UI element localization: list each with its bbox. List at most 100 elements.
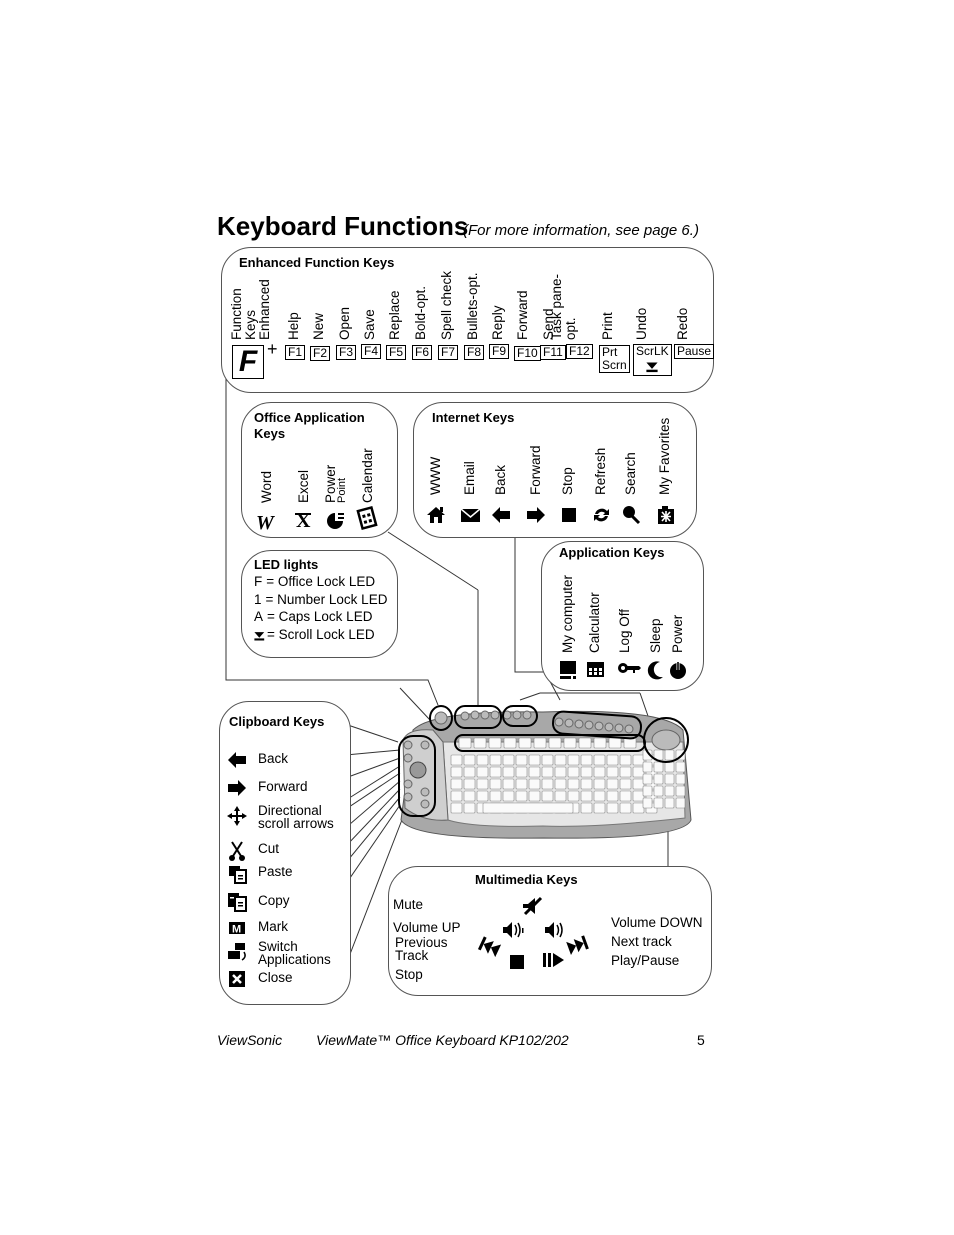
multimedia-key-label: Stop	[395, 967, 423, 982]
clipboard-keys-title: Clipboard Keys	[229, 714, 325, 729]
multimedia-key-label: Next track	[611, 934, 672, 949]
fkey-f11[interactable]: F11	[540, 345, 566, 360]
office-application-keys-title: Office Application Keys	[254, 410, 365, 442]
fkey-label: F5	[389, 345, 404, 359]
multimedia-keys-title: Multimedia Keys	[475, 872, 578, 887]
fkey-label-line: Scrn	[602, 358, 627, 372]
multimedia-key-label: Volume DOWN	[611, 915, 703, 930]
fkey-f5[interactable]: F5	[386, 345, 407, 360]
fkey-f8[interactable]: F8	[464, 345, 485, 360]
calculator-icon[interactable]	[585, 660, 607, 680]
stop-square-icon[interactable]	[505, 952, 529, 972]
multimedia-key-label: Mute	[393, 897, 424, 912]
office-key-label: Calendar	[360, 448, 375, 503]
fkey-scrlk[interactable]: ScrLK	[633, 344, 672, 376]
fkey-label: Pause	[677, 344, 712, 358]
internet-key-label: Refresh	[593, 447, 608, 495]
word-icon[interactable]: W	[256, 512, 278, 534]
fkey-f4[interactable]: F4	[361, 344, 382, 359]
fkey-prt-scrn[interactable]: Prt Scrn	[599, 345, 630, 373]
office-key-label: Excel	[296, 469, 311, 503]
play-pause-icon[interactable]	[541, 950, 565, 970]
page-title: Keyboard Functions	[217, 211, 469, 241]
volume-up-icon[interactable]	[500, 920, 524, 940]
led-item: A = Caps Lock LED	[254, 609, 372, 624]
fkey-label: F6	[415, 345, 430, 359]
computer-icon[interactable]	[558, 660, 580, 680]
scroll-lock-icon	[254, 631, 265, 640]
paste-icon[interactable]	[227, 864, 249, 884]
svg-text:W: W	[256, 512, 275, 534]
multimedia-key-label: Play/Pause	[611, 953, 680, 968]
keyboard-illustration	[398, 705, 692, 839]
fkey-function-label: Help	[286, 312, 301, 340]
fkey-f2[interactable]: F2	[310, 346, 331, 361]
fkey-function-label: Bold-opt.	[413, 285, 428, 340]
fkey-label: F8	[467, 345, 482, 359]
fkey-f12[interactable]: F12	[566, 344, 593, 359]
arrow-right-icon[interactable]	[526, 505, 548, 525]
clipboard-key-label: Applications	[258, 952, 331, 967]
office-title-line-1: Office Application	[254, 410, 365, 425]
mark-icon[interactable]: M	[227, 918, 249, 938]
fkey-function-label: opt.	[563, 317, 578, 340]
favorites-folder-icon[interactable]	[655, 505, 677, 525]
arrow-left-icon[interactable]	[491, 505, 513, 525]
envelope-icon[interactable]	[460, 505, 482, 525]
copy-icon[interactable]	[227, 892, 249, 912]
mute-icon[interactable]	[520, 896, 544, 916]
office-key-label: Point	[336, 477, 348, 503]
footer-brand: ViewSonic	[217, 1032, 283, 1048]
excel-icon[interactable]: X	[293, 510, 315, 532]
footer-product: ViewMate™ Office Keyboard KP102/202	[316, 1032, 569, 1048]
arrow-right-icon[interactable]	[227, 778, 249, 798]
fkey-f1[interactable]: F1	[285, 345, 306, 360]
key-icon[interactable]	[615, 660, 641, 680]
led-key: 1	[254, 591, 262, 607]
volume-down-icon[interactable]	[542, 920, 566, 940]
led-item-text: = Caps Lock LED	[267, 609, 373, 624]
previous-track-icon[interactable]	[477, 936, 502, 958]
stop-square-icon[interactable]	[558, 505, 580, 525]
close-box-icon[interactable]	[227, 969, 249, 989]
fkey-function-label: Open	[337, 306, 352, 340]
refresh-icon[interactable]	[591, 505, 613, 525]
directional-arrows-icon[interactable]	[227, 806, 249, 826]
led-item: 1 = Number Lock LED	[254, 592, 387, 607]
clipboard-key-label: Mark	[258, 919, 288, 934]
fkey-f10[interactable]: F10	[514, 346, 541, 361]
fkey-function-label: Undo	[634, 307, 649, 340]
fkey-f3[interactable]: F3	[336, 345, 357, 360]
home-icon[interactable]	[426, 505, 448, 525]
fkey-label: F10	[517, 346, 538, 360]
fkey-label: F4	[364, 344, 379, 358]
internet-key-label: Email	[462, 461, 477, 495]
powerpoint-icon[interactable]	[325, 510, 347, 530]
internet-key-label: Back	[493, 464, 508, 495]
led-item-text: = Office Lock LED	[266, 574, 376, 589]
plus-sign: +	[267, 339, 278, 359]
multimedia-key-label: Track	[395, 948, 429, 963]
calendar-icon[interactable]	[356, 505, 379, 531]
arrow-left-icon[interactable]	[227, 750, 249, 770]
led-lights-title: LED lights	[254, 557, 319, 572]
enhanced-function-keys-title: Enhanced Function Keys	[239, 255, 395, 270]
fkey-f9[interactable]: F9	[489, 344, 510, 359]
next-track-icon[interactable]	[566, 935, 590, 955]
scissors-icon[interactable]	[227, 841, 249, 861]
power-icon[interactable]	[668, 660, 690, 680]
fkey-label: F3	[339, 345, 354, 359]
footer-page-number: 5	[697, 1032, 705, 1048]
moon-icon[interactable]	[646, 660, 668, 680]
clipboard-key-label: Close	[258, 970, 293, 985]
fkey-label: F11	[543, 345, 563, 359]
switch-apps-icon[interactable]	[227, 942, 249, 962]
fkey-function-label: Save	[362, 309, 377, 340]
internet-key-label: Stop	[560, 467, 575, 495]
fkey-f6[interactable]: F6	[412, 345, 433, 360]
internet-key-label: Forward	[528, 445, 543, 495]
clipboard-key-label: Paste	[258, 864, 293, 879]
fkey-f7[interactable]: F7	[438, 345, 459, 360]
magnifier-icon[interactable]	[621, 505, 643, 525]
fkey-pause[interactable]: Pause	[674, 344, 715, 359]
